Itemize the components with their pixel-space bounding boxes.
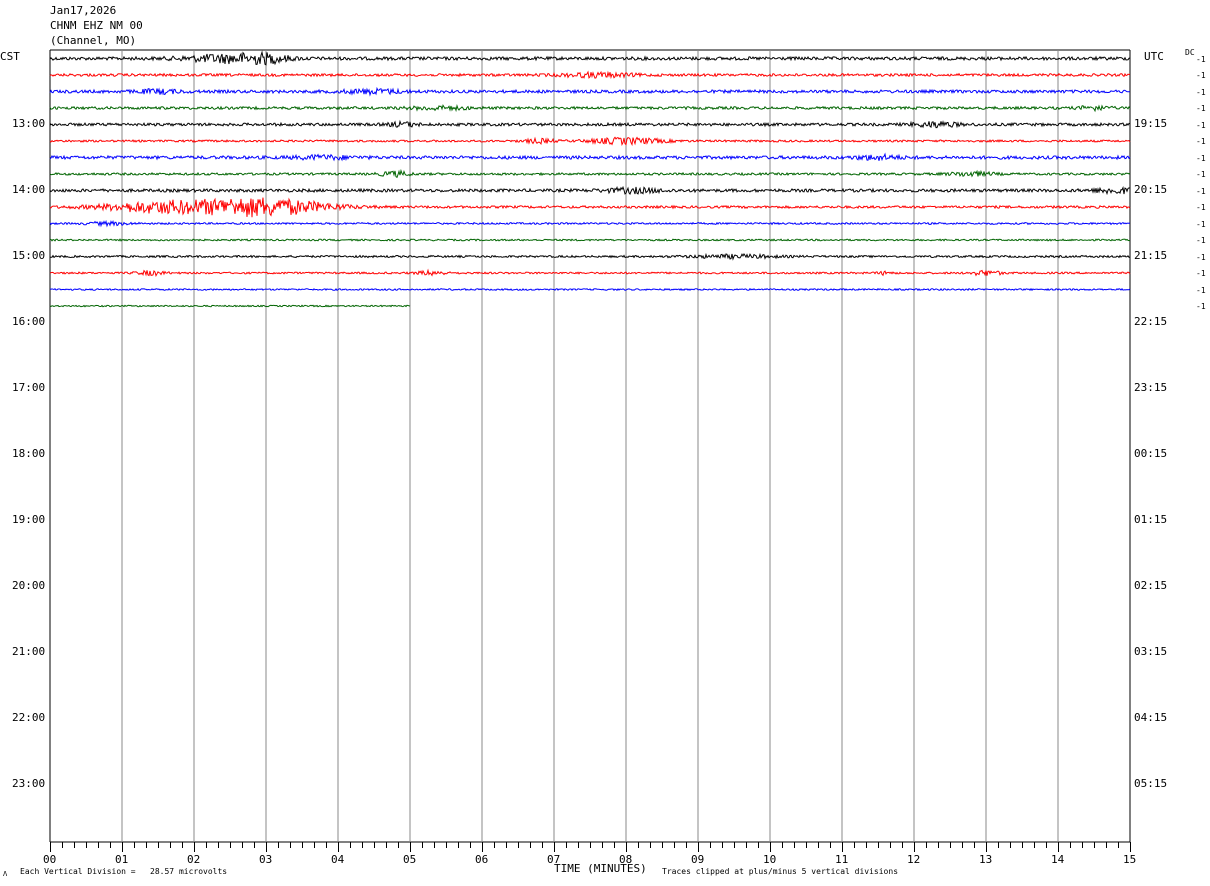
- trace-row-13: [49, 268, 1131, 278]
- right-timezone-label: UTC: [1144, 50, 1164, 63]
- left-hour-label: 20:00: [12, 579, 46, 592]
- trace-row-9: [49, 197, 1131, 218]
- logo-mark: Λ: [3, 870, 8, 878]
- dc-offset-value: -1: [1196, 137, 1206, 146]
- right-hour-label: 23:15: [1134, 381, 1168, 394]
- seismic-traces: [49, 50, 1131, 308]
- x-tick-label: 13: [979, 853, 993, 866]
- left-hour-label: 16:00: [12, 315, 46, 328]
- right-hour-label: 00:15: [1134, 447, 1168, 460]
- dc-offset-value: -1: [1196, 71, 1206, 80]
- right-hour-label: 22:15: [1134, 315, 1168, 328]
- left-hour-label: 21:00: [12, 645, 46, 658]
- dc-offset-value: -1: [1196, 153, 1206, 163]
- trace-row-8: [49, 185, 1131, 196]
- x-axis-title: TIME (MINUTES): [554, 862, 647, 875]
- trace-row-0: [49, 50, 1131, 66]
- trace-row-6: [49, 152, 1131, 162]
- trace-row-2: [49, 86, 1131, 97]
- dc-offset-value: -1: [1196, 104, 1206, 113]
- dc-offset-value: -1: [1196, 203, 1206, 212]
- x-tick-label: 15: [1123, 853, 1137, 866]
- trace-row-1: [49, 70, 1131, 80]
- right-hour-label: 04:15: [1134, 711, 1168, 724]
- x-tick-label: 00: [43, 853, 57, 866]
- x-tick-label: 12: [907, 853, 921, 866]
- dc-offset-value: -1: [1196, 219, 1206, 229]
- dc-offset-value: -1: [1196, 120, 1206, 130]
- x-tick-label: 03: [259, 853, 273, 866]
- x-tick-label: 14: [1051, 853, 1065, 866]
- left-hour-label: 17:00: [12, 381, 46, 394]
- x-tick-label: 04: [331, 853, 345, 866]
- x-tick-label: 10: [763, 853, 777, 866]
- right-hour-label: 21:15: [1134, 249, 1168, 262]
- clipping-note: Traces clipped at plus/minus 5 vertical …: [662, 867, 899, 876]
- minute-gridlines: [121, 50, 1059, 842]
- plot-date: Jan17,2026: [50, 4, 117, 17]
- left-timezone-label: CST: [0, 50, 20, 63]
- station-location: (Channel, MO): [50, 34, 137, 47]
- dc-offset-value: -1: [1196, 269, 1206, 278]
- trace-row-7: [49, 168, 1131, 179]
- x-tick-label: 11: [835, 853, 849, 866]
- right-hour-label: 01:15: [1134, 513, 1168, 526]
- right-hour-label: 05:15: [1134, 777, 1168, 790]
- dc-offset-value: -1: [1196, 236, 1206, 245]
- station-code: CHNM EHZ NM 00: [50, 19, 143, 32]
- dc-offset-value: -1: [1196, 285, 1206, 295]
- trace-row-3: [49, 103, 1131, 113]
- left-hour-label: 18:00: [12, 447, 46, 460]
- x-tick-label: 06: [475, 853, 489, 866]
- right-hour-label: 03:15: [1134, 645, 1168, 658]
- plot-frame: [49, 49, 1131, 843]
- left-hour-label: 22:00: [12, 711, 46, 724]
- x-tick-label: 05: [403, 853, 417, 866]
- dc-offset-value: -1: [1196, 186, 1206, 196]
- vertical-division-note: Each Vertical Division = 28.57 microvolt…: [20, 867, 228, 876]
- x-tick-label: 09: [691, 853, 705, 866]
- x-axis-ticks: [50, 842, 1131, 852]
- dc-offset-value: -1: [1196, 170, 1206, 179]
- left-hour-label: 13:00: [12, 117, 46, 130]
- right-hour-label: 20:15: [1134, 183, 1168, 196]
- helicorder-plot: [49, 49, 1131, 852]
- right-hour-label: 02:15: [1134, 579, 1168, 592]
- left-hour-label: 14:00: [12, 183, 46, 196]
- trace-row-14: [49, 287, 1131, 292]
- trace-row-15: [49, 304, 411, 308]
- x-tick-label: 02: [187, 853, 201, 866]
- left-hour-label: 15:00: [12, 249, 46, 262]
- trace-row-11: [49, 238, 1131, 242]
- left-hour-label: 19:00: [12, 513, 46, 526]
- dc-offset-header: DC: [1185, 48, 1195, 57]
- trace-row-5: [49, 136, 1131, 147]
- left-hour-label: 23:00: [12, 777, 46, 790]
- x-tick-label: 01: [115, 853, 129, 866]
- dc-offset-value: -1: [1196, 302, 1206, 311]
- trace-row-12: [50, 252, 1131, 261]
- right-hour-label: 19:15: [1134, 117, 1168, 130]
- dc-offset-value: -1: [1196, 54, 1206, 64]
- dc-offset-value: -1: [1196, 252, 1206, 262]
- dc-offset-value: -1: [1196, 87, 1206, 97]
- trace-row-4: [49, 119, 1131, 129]
- trace-row-10: [49, 219, 1131, 228]
